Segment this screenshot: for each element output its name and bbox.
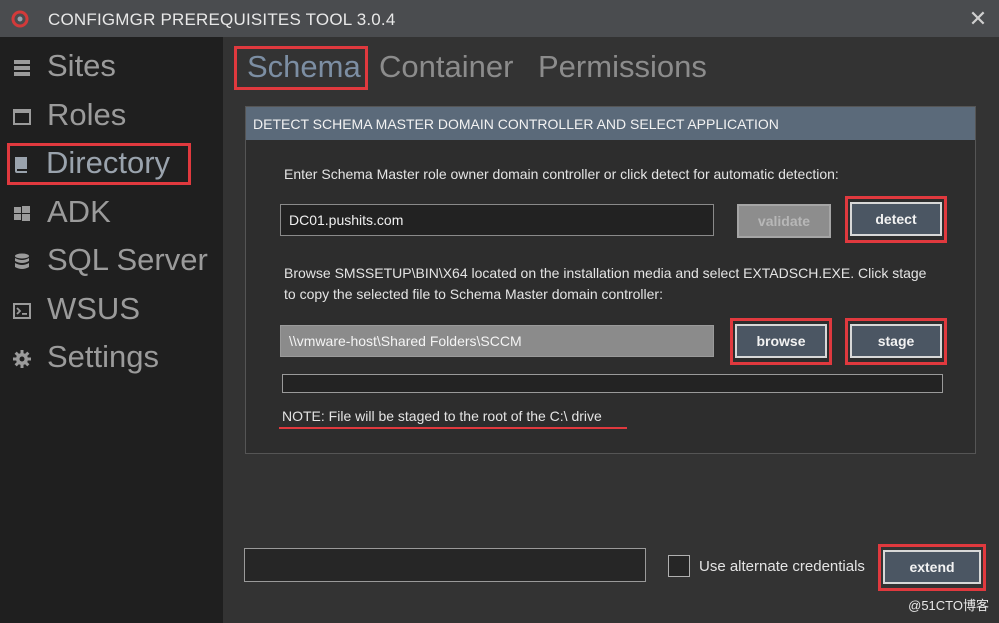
browse-button[interactable]: browse: [735, 324, 827, 358]
book-icon: [15, 157, 27, 173]
close-button[interactable]: ✕: [965, 6, 991, 32]
alternate-credentials-checkbox[interactable]: [668, 555, 690, 577]
extend-button[interactable]: extend: [883, 550, 981, 584]
sidebar-item-label: Sites: [47, 48, 116, 83]
tab-container[interactable]: Container: [379, 49, 513, 85]
validate-button[interactable]: validate: [737, 204, 831, 238]
tab-permissions[interactable]: Permissions: [538, 49, 707, 85]
watermark: @51CTO博客: [908, 598, 989, 613]
browse-instruction: Browse SMSSETUP\BIN\X64 located on the i…: [284, 263, 964, 305]
note-underline: [279, 427, 627, 429]
sidebar-item-label: SQL Server: [47, 242, 208, 277]
sidebar-item-settings[interactable]: Settings: [8, 337, 220, 379]
windows-logo-icon: [14, 206, 30, 221]
stage-button[interactable]: stage: [850, 324, 942, 358]
source-path-input[interactable]: [280, 325, 714, 357]
window-icon: [13, 109, 31, 125]
gear-icon: [13, 350, 31, 368]
sidebar-item-roles[interactable]: Roles: [8, 95, 220, 137]
sidebar-item-label: ADK: [47, 194, 111, 229]
browse-instruction-line2: to copy the selected file to Schema Mast…: [284, 286, 663, 302]
main-content: Schema Container Permissions DETECT SCHE…: [223, 37, 999, 623]
panel-header: DETECT SCHEMA MASTER DOMAIN CONTROLLER A…: [246, 107, 975, 140]
sidebar-item-label: Roles: [47, 97, 127, 132]
window-title: CONFIGMGR PREREQUISITES TOOL 3.0.4: [48, 10, 396, 29]
sidebar-item-label: Settings: [47, 339, 160, 374]
domain-controller-input[interactable]: [280, 204, 714, 236]
stage-progress-bar: [282, 374, 943, 393]
alternate-credentials-label: Use alternate credentials: [699, 558, 865, 575]
database-stack-icon: [15, 253, 29, 269]
credentials-input[interactable]: [244, 548, 646, 582]
database-icon: [14, 60, 30, 76]
title-bar: CONFIGMGR PREREQUISITES TOOL 3.0.4 ✕: [0, 0, 999, 37]
browse-instruction-line1: Browse SMSSETUP\BIN\X64 located on the i…: [284, 265, 927, 281]
sidebar-item-wsus[interactable]: WSUS: [8, 289, 220, 331]
sidebar-item-label: Directory: [46, 145, 171, 180]
tab-schema[interactable]: Schema: [234, 46, 368, 90]
sidebar-item-directory[interactable]: Directory: [7, 143, 191, 185]
detect-button[interactable]: detect: [850, 202, 942, 236]
sidebar: Sites Roles Directory ADK SQL Server WSU…: [0, 37, 223, 623]
sidebar-item-adk[interactable]: ADK: [8, 192, 220, 234]
staging-note: NOTE: File will be staged to the root of…: [282, 408, 602, 424]
app-logo-icon: [11, 10, 29, 28]
sidebar-item-label: WSUS: [47, 291, 140, 326]
sidebar-item-sql-server[interactable]: SQL Server: [8, 240, 220, 282]
sidebar-item-sites[interactable]: Sites: [8, 46, 220, 88]
schema-panel: DETECT SCHEMA MASTER DOMAIN CONTROLLER A…: [245, 106, 976, 454]
terminal-icon: [13, 303, 31, 319]
detect-instruction: Enter Schema Master role owner domain co…: [284, 166, 839, 182]
